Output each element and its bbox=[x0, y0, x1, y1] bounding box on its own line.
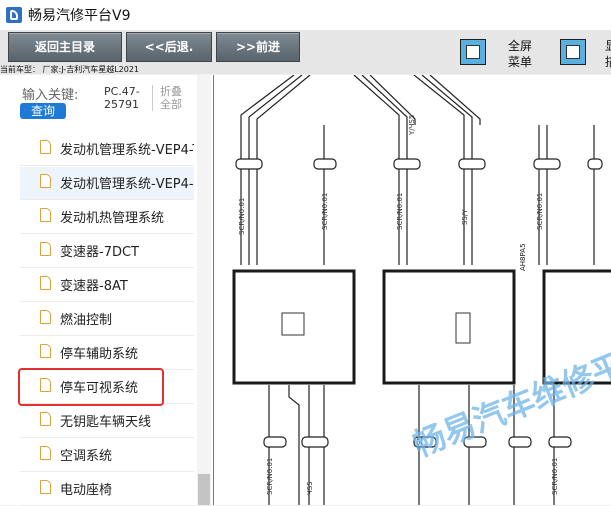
window-title: 畅易汽修平台V9 bbox=[28, 8, 131, 24]
document-icon bbox=[40, 242, 51, 256]
back-to-main-button[interactable]: 返回主目录 bbox=[8, 32, 122, 62]
edge-label-line1: 显 bbox=[605, 38, 611, 54]
fullscreen-icon[interactable] bbox=[460, 39, 486, 65]
document-icon bbox=[40, 480, 51, 494]
list-item[interactable]: 电动座椅 bbox=[20, 473, 194, 506]
left-panel: 输入关键: 查询 PC.47- 25791 折叠 全部 发动机管理系统-VEP4… bbox=[0, 75, 213, 506]
wire-label: S5/Y bbox=[461, 209, 469, 225]
document-icon bbox=[40, 276, 51, 290]
code-line1: PC.47- bbox=[104, 85, 140, 98]
app-logo-icon bbox=[6, 7, 22, 23]
wire-label: SCR/N0.01 bbox=[321, 193, 329, 230]
fullscreen-menu-label[interactable]: 全屏 菜单 bbox=[508, 38, 534, 70]
list-item-label: 停车辅助系统 bbox=[60, 347, 139, 362]
edge-label-line2: 描 bbox=[605, 54, 611, 70]
document-icon bbox=[40, 208, 51, 222]
fold-all-button[interactable]: 折叠 全部 bbox=[160, 85, 182, 111]
current-vehicle-info: 当前车型： 厂家:J-吉利汽车星越L2021 bbox=[0, 65, 140, 74]
list-item-label: 燃油控制 bbox=[60, 313, 113, 328]
list-item-label: 发动机管理系统-VEP4-8 bbox=[60, 177, 194, 192]
document-icon bbox=[40, 446, 51, 460]
list-item-label: 发动机热管理系统 bbox=[60, 211, 165, 226]
wire-label: SCR/N0.01 bbox=[536, 193, 544, 230]
wiring-diagram[interactable]: AH8PA5 SCR/N0.01 SCR/N0.01 Y/ЧS5 SCR/N0.… bbox=[213, 75, 611, 505]
list-item-label: 空调系统 bbox=[60, 449, 113, 464]
wire-label: ЧS5 bbox=[306, 481, 314, 495]
wire-label: SCR/N0.01 bbox=[238, 198, 246, 235]
query-button[interactable]: 查询 bbox=[20, 103, 66, 119]
fold-line1: 折叠 bbox=[160, 85, 182, 98]
wiring-diagram-svg: AH8PA5 SCR/N0.01 SCR/N0.01 Y/ЧS5 SCR/N0.… bbox=[232, 75, 611, 505]
list-item[interactable]: 发动机热管理系统 bbox=[20, 201, 194, 234]
list-item-label: 发动机管理系统-VEP4-T bbox=[60, 143, 194, 158]
list-item-label: 无钥匙车辆天线 bbox=[60, 415, 152, 430]
keyword-label: 输入关键: bbox=[22, 88, 79, 103]
forward-button[interactable]: >>前进 bbox=[216, 32, 300, 62]
document-icon bbox=[40, 310, 51, 324]
code-display: PC.47- 25791 bbox=[104, 85, 153, 111]
list-item[interactable]: 发动机管理系统-VEP4-8 bbox=[20, 167, 194, 200]
edge-label: 显 描 bbox=[605, 38, 611, 70]
document-icon bbox=[40, 174, 51, 188]
list-scrollbar[interactable] bbox=[197, 75, 211, 505]
list-item-label: 变速器-7DCT bbox=[60, 245, 139, 260]
back-button[interactable]: <<后退. bbox=[126, 32, 212, 62]
wire-label: Y/ЧS5 bbox=[408, 115, 416, 136]
scrollbar-thumb[interactable] bbox=[198, 474, 210, 505]
wire-label: SCR/N0.01 bbox=[551, 458, 559, 495]
list-item-label: 电动座椅 bbox=[60, 483, 113, 498]
list-item[interactable]: 发动机管理系统-VEP4-T bbox=[20, 133, 194, 166]
list-item[interactable]: 空调系统 bbox=[20, 439, 194, 472]
list-item[interactable]: 变速器-8AT bbox=[20, 269, 194, 302]
document-icon bbox=[40, 344, 51, 358]
title-bar: 畅易汽修平台V9 bbox=[0, 0, 611, 31]
list-item[interactable]: 停车辅助系统 bbox=[20, 337, 194, 370]
module-label: AH8PA5 bbox=[519, 243, 527, 271]
selection-highlight bbox=[18, 368, 164, 406]
wire-label: SCR/N0.01 bbox=[396, 193, 404, 230]
wire-label: SCR/N0.01 bbox=[266, 458, 274, 495]
fullscreen-label-line2: 菜单 bbox=[508, 55, 533, 69]
code-line2: 25791 bbox=[104, 98, 139, 111]
fold-line2: 全部 bbox=[160, 98, 182, 111]
list-item[interactable]: 无钥匙车辆天线 bbox=[20, 405, 194, 438]
list-item-label: 变速器-8AT bbox=[60, 279, 128, 294]
document-icon bbox=[40, 140, 51, 154]
expand-icon[interactable] bbox=[560, 39, 586, 65]
fullscreen-label-line1: 全屏 bbox=[508, 39, 533, 53]
list-item[interactable]: 变速器-7DCT bbox=[20, 235, 194, 268]
document-icon bbox=[40, 412, 51, 426]
list-item[interactable]: 燃油控制 bbox=[20, 303, 194, 336]
